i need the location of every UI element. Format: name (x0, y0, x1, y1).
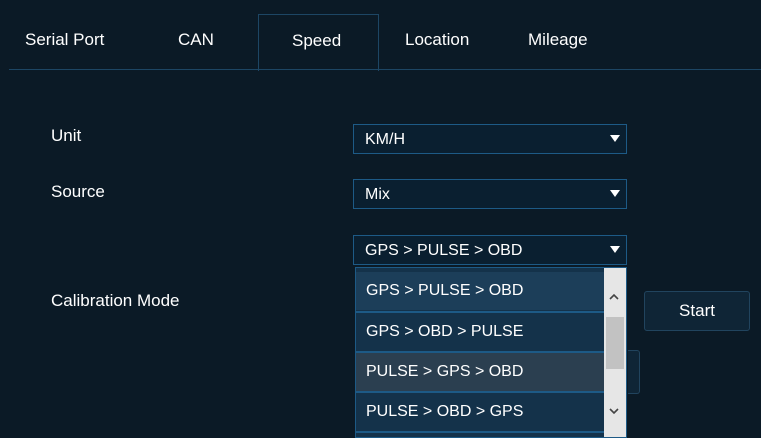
tab-divider (9, 69, 761, 70)
calibration-dropdown-list: GPS > PULSE > OBD GPS > OBD > PULSE PULS… (355, 267, 627, 438)
dropdown-option-label: GPS > PULSE > OBD (366, 282, 524, 299)
source-select[interactable]: Mix (353, 179, 627, 209)
scroll-thumb[interactable] (606, 317, 624, 369)
calibration-select[interactable]: GPS > PULSE > OBD (353, 235, 627, 265)
scroll-down-icon[interactable] (609, 406, 619, 416)
hidden-button-edge (628, 350, 640, 394)
calibration-select-value: GPS > PULSE > OBD (365, 242, 523, 259)
tab-can[interactable]: CAN (178, 30, 214, 50)
unit-label: Unit (51, 126, 82, 145)
tab-speed[interactable]: Speed (258, 14, 379, 71)
tab-bar: Serial Port CAN Speed Location Mileage (0, 0, 761, 71)
tab-location[interactable]: Location (405, 30, 469, 50)
start-button-label: Start (679, 301, 715, 320)
unit-select-value: KM/H (365, 131, 405, 148)
dropdown-option[interactable]: GPS > OBD > PULSE (356, 313, 604, 351)
dropdown-option[interactable]: PULSE > OBD > GPS (356, 393, 604, 431)
unit-select[interactable]: KM/H (353, 124, 627, 154)
calibration-label: Calibration Mode (51, 291, 180, 310)
dropdown-scrollbar[interactable] (604, 268, 626, 437)
scroll-up-icon[interactable] (609, 292, 619, 302)
dropdown-option-label: PULSE > OBD > GPS (366, 403, 524, 420)
tab-speed-label: Speed (292, 31, 342, 50)
start-button[interactable]: Start (644, 291, 750, 331)
dropdown-option[interactable]: PULSE > GPS > OBD (356, 353, 604, 391)
dropdown-arrow-icon (610, 190, 620, 197)
dropdown-option[interactable]: GPS > PULSE > OBD (356, 272, 604, 310)
source-label: Source (51, 182, 105, 201)
source-select-value: Mix (365, 186, 390, 203)
dropdown-option-label: PULSE > GPS > OBD (366, 363, 524, 380)
dropdown-arrow-icon (610, 135, 620, 142)
tab-serial-port[interactable]: Serial Port (25, 30, 104, 50)
dropdown-arrow-icon (610, 246, 620, 253)
dropdown-option-label: GPS > OBD > PULSE (366, 323, 524, 340)
tab-mileage[interactable]: Mileage (528, 30, 588, 50)
option-divider (356, 431, 604, 433)
